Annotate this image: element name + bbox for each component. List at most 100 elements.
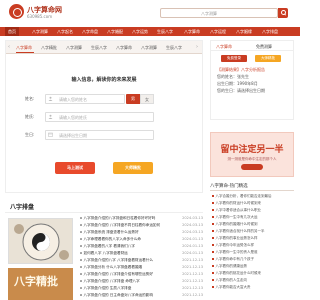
surname-field[interactable]: 请输入您的姓氏: [45, 112, 154, 122]
tab-bazi[interactable]: 八字算命: [216, 44, 232, 50]
article-row[interactable]: 八字排盘介绍的 八字排盘 命理八字 2021-12-13: [78, 279, 204, 285]
promo-banner[interactable]: 留中注定另一半 测一测谁是你命中注定的那个人: [210, 132, 294, 177]
hot-list-title: 八字算命-热门精选: [210, 184, 248, 189]
article-title[interactable]: 八字排盘介绍的 八字排盘 命理八字: [80, 279, 172, 284]
hot-list-item[interactable]: 八字看你的健康运势: [212, 264, 294, 269]
hot-list-item[interactable]: 八字看你的婚姻什么时候到: [212, 222, 294, 227]
hot-list-item[interactable]: 八字看你一生中有几次大运: [212, 215, 294, 220]
user-icon: [48, 114, 53, 119]
login-line: 您的姓名：张先生: [217, 74, 249, 79]
nav-item[interactable]: 八字姻缘: [236, 27, 252, 36]
thumbnail-text: 八字精批: [14, 275, 58, 288]
article-title[interactable]: 八字排盘系统 排盘查看什么运势好: [80, 230, 172, 235]
tab[interactable]: 生辰八字: [91, 45, 107, 51]
login-line: 出生日期：1990年8月: [217, 81, 258, 86]
hot-list-item[interactable]: 八字看你适合找什么样的另一半: [212, 229, 294, 234]
calendar-icon: [48, 132, 53, 137]
nav-item[interactable]: 八字算命: [184, 27, 200, 36]
article-row[interactable]: 八字排盘介绍的八字排盘和日柱看你好坏好吗 2024-03-13: [78, 216, 204, 222]
hot-list-item[interactable]: 八字中看你适合从事什么职业: [212, 208, 294, 213]
article-row[interactable]: 八字排盘介绍的 生辰八字排盘 2021-12-13: [78, 286, 204, 292]
article-row[interactable]: 八字排盘系统 排盘查看什么运势好 2024-03-13: [78, 230, 204, 236]
divider: [210, 190, 294, 191]
article-title[interactable]: 八字命理看看你的八字入命多什么命: [80, 237, 172, 242]
promo-subtitle: 测一测谁是你命中注定的那个人: [227, 157, 277, 161]
hot-list-item[interactable]: 八字看你一生中的贵人是谁: [212, 250, 294, 255]
hot-list-item[interactable]: 八字看你的事业运势怎么样: [212, 236, 294, 241]
calc-tabs: 八字算命 八字精批 八字测算 生辰八字 八字算命 八字测算 生辰八字 ‹ ›: [6, 41, 202, 54]
login-line: 您的生日：请选择出生日期: [217, 88, 265, 93]
vip-button[interactable]: 大师精批: [255, 55, 281, 62]
tabs-next-icon[interactable]: ›: [196, 44, 198, 50]
article-title[interactable]: 八字排盘介绍的 日主命盘对八字命运的影响: [80, 293, 172, 298]
hot-list-item[interactable]: 八字看你的人生走向: [212, 278, 294, 283]
nav-item[interactable]: 八字婚配: [107, 27, 123, 36]
article-date: 2021-12-13: [182, 258, 203, 262]
login-tabs: 八字算命 免费测算: [211, 41, 293, 51]
promo-button[interactable]: [241, 164, 263, 170]
tab[interactable]: 八字算命: [116, 45, 132, 51]
article-date: 2024-01-13: [182, 244, 203, 248]
gender-female-button[interactable]: 女: [140, 94, 154, 104]
article-title[interactable]: 八字排盘介绍的八字排盘和日柱看你好坏好吗: [80, 216, 172, 221]
tab-free[interactable]: 免费测算: [256, 44, 272, 50]
surname-label: 姓氏:: [25, 114, 35, 119]
tab-underline: [16, 52, 34, 53]
article-title[interactable]: 八字排盘介绍的 生辰八字排盘: [80, 286, 172, 291]
nav-item[interactable]: 八字运程: [210, 27, 226, 36]
article-title[interactable]: 八字排盘介绍的八字 八字排盘看财运看什么: [80, 258, 172, 263]
nav-item[interactable]: 生辰八字: [157, 27, 173, 36]
bagua-thumbnail[interactable]: [8, 218, 73, 264]
article-row[interactable]: 八字排盘介绍的 日主命盘对八字命运的影响 2021-12-13: [78, 293, 204, 299]
tab[interactable]: 八字测算: [66, 45, 82, 51]
birthdate-field[interactable]: 请选择出生日期: [45, 130, 154, 140]
article-date: 2021-12-13: [182, 272, 203, 276]
hot-list-item[interactable]: 八字看你的桃花运什么时候来: [212, 271, 294, 276]
nav-item-home[interactable]: 首页: [5, 27, 19, 36]
nav-item[interactable]: 八字排盘: [262, 27, 278, 36]
user-icon: [48, 96, 53, 101]
login-button[interactable]: 免费登录: [221, 55, 247, 62]
article-title[interactable]: 八字排盘介绍的 八字排盘不同日柱看你命运如何: [80, 223, 172, 228]
name-field[interactable]: 请输入您的姓名: [45, 94, 125, 104]
hot-list-item[interactable]: 八字看你的财运什么时候到来: [212, 201, 294, 206]
master-reading-button[interactable]: 大师精批: [113, 162, 153, 174]
bazi-jingpi-thumbnail[interactable]: 八字精批: [8, 268, 73, 300]
nav-item[interactable]: 八字命盘: [82, 27, 98, 36]
article-row[interactable]: 八字排盘分析 什么八字排盘看看婚姻 2021-12-13: [78, 265, 204, 271]
search-icon[interactable]: [278, 8, 288, 18]
hot-list-item[interactable]: 八字看你今年运势怎么样: [212, 243, 294, 248]
article-date: 2024-03-13: [182, 230, 203, 234]
nav-item[interactable]: 八字起名: [57, 27, 73, 36]
nav-item[interactable]: 八字运势: [132, 27, 148, 36]
hot-list-item[interactable]: 八字看你命中有几个孩子: [212, 257, 294, 262]
hot-list-item[interactable]: 八字看你能否大富大贵: [212, 285, 294, 290]
tabs-prev-icon[interactable]: ‹: [8, 44, 10, 50]
article-row[interactable]: 八字排盘介绍的 八字排盘不同日柱看你命运如何 2024-03-13: [78, 223, 204, 229]
article-title[interactable]: 八字排盘看的八字 看清我们八字: [80, 244, 172, 249]
article-title[interactable]: 八字排盘介绍的 八字排盘介绍有哪些运势好: [80, 272, 172, 277]
tab[interactable]: 生辰八字: [166, 45, 182, 51]
nav-item[interactable]: 八字测算: [32, 27, 48, 36]
article-row[interactable]: 八字排盘看的八字 看清我们八字 2024-01-13: [78, 244, 204, 250]
tab[interactable]: 八字测算: [141, 45, 157, 51]
tab-bazi-suanming[interactable]: 八字算命: [16, 45, 32, 51]
article-date: 2024-03-13: [182, 216, 203, 220]
article-row[interactable]: 八字命理看看你的八字入命多什么命 2024-01-13: [78, 237, 204, 243]
article-date: 2024-03-13: [182, 223, 203, 227]
main-nav: 首页 八字测算 八字起名 八字命盘 八字婚配 八字运势 生辰八字 八字算命 八字…: [0, 27, 300, 36]
article-title[interactable]: 八字排盘分析 什么八字排盘看看婚姻: [80, 265, 172, 270]
logo-icon[interactable]: [9, 4, 24, 19]
article-title[interactable]: 如何看八字 八字排盘看财运: [80, 251, 172, 256]
submit-test-button[interactable]: 马上测试: [55, 162, 95, 174]
tab[interactable]: 八字精批: [41, 45, 57, 51]
article-row[interactable]: 八字排盘介绍的 八字排盘介绍有哪些运势好 2021-12-13: [78, 272, 204, 278]
site-header: 八字算命网 630985.com 八字测算: [0, 0, 300, 27]
article-date: 2024-01-13: [182, 251, 203, 255]
gender-toggle: 男 女: [126, 94, 154, 104]
article-row[interactable]: 如何看八字 八字排盘看财运 2024-01-13: [78, 251, 204, 257]
article-row[interactable]: 八字排盘介绍的八字 八字排盘看财运看什么 2021-12-13: [78, 258, 204, 264]
hot-list-item[interactable]: 八字合婚分析，看你们能否走到最后: [212, 194, 294, 199]
gender-male-button[interactable]: 男: [126, 94, 140, 104]
search-input[interactable]: 八字测算: [160, 8, 278, 18]
